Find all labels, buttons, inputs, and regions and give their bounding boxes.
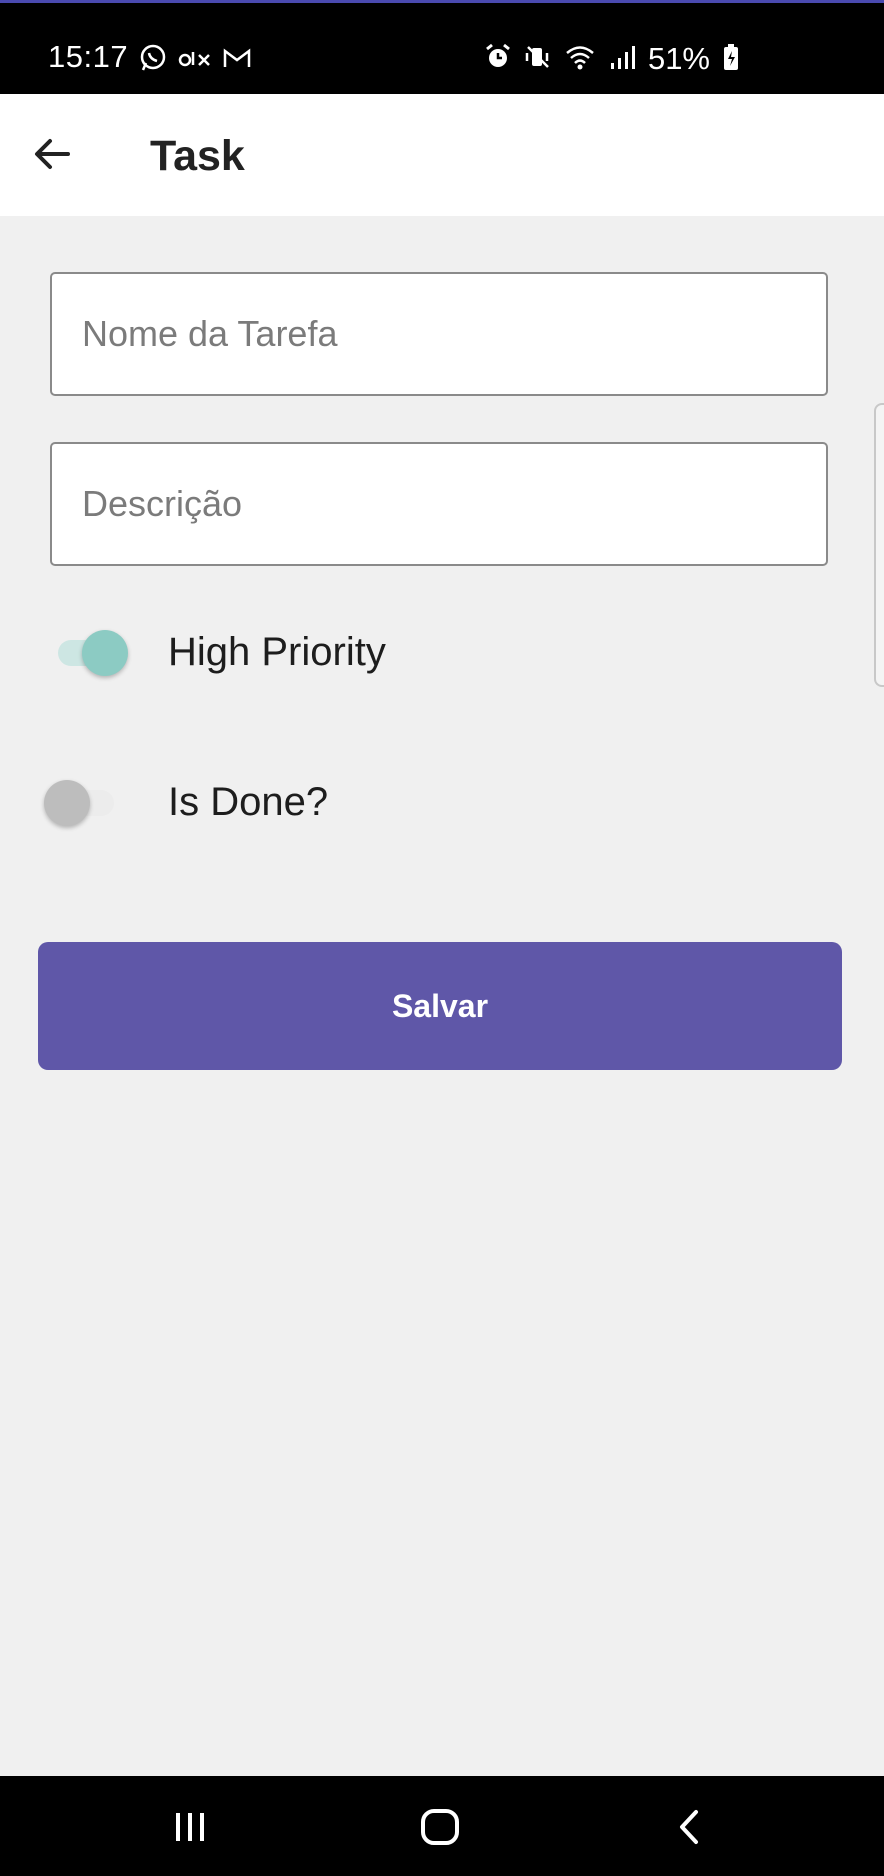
status-bar: 15:17 51% xyxy=(0,0,884,94)
is-done-row: Is Done? xyxy=(40,768,328,838)
high-priority-label: High Priority xyxy=(168,630,386,674)
app-bar: Task xyxy=(0,94,884,216)
vibrate-mute-icon xyxy=(524,43,552,76)
status-right-icons: 51% xyxy=(484,41,740,77)
is-done-switch[interactable] xyxy=(40,773,132,833)
olx-icon xyxy=(178,46,212,75)
description-input[interactable] xyxy=(50,442,828,566)
high-priority-row: High Priority xyxy=(40,618,386,688)
status-time: 15:17 xyxy=(48,39,129,74)
recents-icon xyxy=(176,1813,204,1841)
back-icon xyxy=(680,1810,698,1844)
is-done-label: Is Done? xyxy=(168,780,329,824)
high-priority-switch[interactable] xyxy=(40,623,132,683)
nav-back-button[interactable] xyxy=(660,1800,720,1854)
battery-charging-icon xyxy=(722,43,740,76)
system-nav-bar xyxy=(0,1776,884,1876)
home-icon xyxy=(421,1809,459,1845)
save-button[interactable]: Salvar xyxy=(38,942,842,1070)
status-left-icons xyxy=(138,43,252,78)
back-button[interactable] xyxy=(26,128,78,180)
whatsapp-icon xyxy=(138,43,168,78)
home-button[interactable] xyxy=(410,1800,470,1854)
alarm-icon xyxy=(484,43,512,76)
side-edge-handle[interactable] xyxy=(874,403,884,687)
wifi-icon xyxy=(564,43,596,76)
battery-percent: 51% xyxy=(647,41,710,76)
gmail-icon xyxy=(222,46,252,75)
arrow-left-icon xyxy=(35,139,70,169)
recents-button[interactable] xyxy=(160,1800,220,1854)
task-name-input[interactable] xyxy=(50,272,828,396)
switch-thumb xyxy=(44,780,90,826)
page-title: Task xyxy=(150,132,245,180)
signal-icon xyxy=(608,43,636,76)
switch-thumb xyxy=(82,630,128,676)
